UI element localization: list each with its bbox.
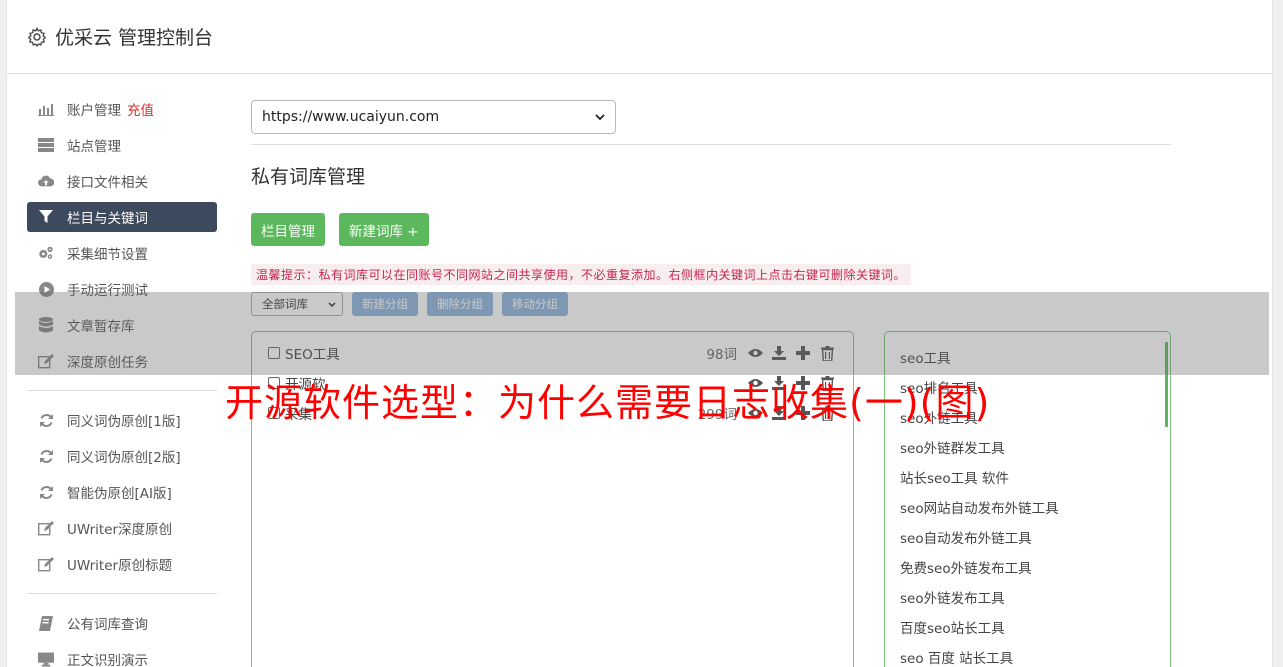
- keyword-item[interactable]: seo 百度 站长工具: [885, 642, 1170, 667]
- site-select[interactable]: https://www.ucaiyun.com: [251, 100, 616, 134]
- sidebar-item-uwriter-deep[interactable]: UWriter深度原创: [27, 513, 217, 543]
- sidebar-item-synonym-v1[interactable]: 同义词伪原创[1版]: [27, 405, 217, 435]
- book-icon: [38, 615, 54, 631]
- sidebar-item-ai-rewrite[interactable]: 智能伪原创[AI版]: [27, 477, 217, 507]
- sidebar-item-synonym-v2[interactable]: 同义词伪原创[2版]: [27, 441, 217, 471]
- sidebar: 账户管理 充值 站点管理 接口文件相关 栏目与关键词 采集细节设置 手动运行测试…: [27, 94, 217, 667]
- sidebar-item-label: 智能伪原创[AI版]: [67, 486, 172, 502]
- gear-icon: [27, 26, 47, 47]
- refresh-icon: [38, 484, 54, 500]
- keyword-item[interactable]: 百度seo站长工具: [885, 612, 1170, 642]
- chevron-down-icon: [595, 109, 605, 125]
- overlay-band: [15, 292, 1269, 375]
- sidebar-item-label: UWriter深度原创: [67, 522, 173, 538]
- edit-icon: [38, 520, 54, 536]
- sidebar-divider: [27, 593, 217, 594]
- sidebar-item-label: 接口文件相关: [67, 175, 148, 191]
- page-header-title: 优采云 管理控制台: [55, 27, 214, 49]
- keyword-item[interactable]: seo外链发布工具: [885, 582, 1170, 612]
- cogs-icon: [38, 245, 54, 261]
- column-manage-button[interactable]: 栏目管理: [251, 213, 325, 246]
- main-content: https://www.ucaiyun.com 私有词库管理 栏目管理 新建词库…: [251, 100, 1171, 316]
- cloud-upload-icon: [38, 173, 54, 189]
- keyword-item[interactable]: seo网站自动发布外链工具: [885, 492, 1170, 522]
- sidebar-item-label: 采集细节设置: [67, 247, 148, 263]
- divider: [251, 144, 1171, 145]
- tip-text: 温馨提示：私有词库可以在同账号不同网站之间共享使用，不必重复添加。右侧框内关键词…: [251, 264, 912, 285]
- edit-icon: [38, 556, 54, 572]
- new-lexicon-button[interactable]: 新建词库 +: [339, 213, 429, 246]
- recharge-link[interactable]: 充值: [127, 99, 154, 119]
- server-icon: [38, 137, 54, 153]
- page-title: 私有词库管理: [251, 166, 366, 188]
- sidebar-item-text-recognition[interactable]: 正文识别演示: [27, 644, 217, 667]
- monitor-icon: [38, 651, 54, 667]
- sidebar-item-sites[interactable]: 站点管理: [27, 130, 217, 160]
- sidebar-item-label: 栏目与关键词: [67, 211, 148, 227]
- sidebar-item-label: 站点管理: [67, 139, 121, 155]
- sidebar-item-account[interactable]: 账户管理 充值: [27, 94, 217, 124]
- keyword-item[interactable]: 免费seo外链发布工具: [885, 552, 1170, 582]
- keyword-item[interactable]: 站长seo工具 软件: [885, 462, 1170, 492]
- refresh-icon: [38, 412, 54, 428]
- sidebar-item-public-lexicon[interactable]: 公有词库查询: [27, 608, 217, 638]
- sidebar-item-label: 公有词库查询: [67, 617, 148, 633]
- sidebar-item-uwriter-title[interactable]: UWriter原创标题: [27, 549, 217, 579]
- bar-chart-icon: [38, 101, 54, 117]
- sidebar-item-columns-keywords[interactable]: 栏目与关键词: [27, 202, 217, 232]
- sidebar-item-label: 账户管理: [67, 103, 121, 119]
- sidebar-item-label: 同义词伪原创[2版]: [67, 450, 181, 466]
- filter-icon: [38, 209, 54, 225]
- sidebar-item-api-files[interactable]: 接口文件相关: [27, 166, 217, 196]
- sidebar-item-label: UWriter原创标题: [67, 558, 173, 574]
- sidebar-divider: [27, 390, 217, 391]
- sidebar-item-label: 正文识别演示: [67, 653, 148, 667]
- sidebar-item-collect-settings[interactable]: 采集细节设置: [27, 238, 217, 268]
- overlay-headline: 开源软件选型：为什么需要日志收集(一)(图): [225, 381, 991, 425]
- refresh-icon: [38, 448, 54, 464]
- site-select-value: https://www.ucaiyun.com: [262, 109, 440, 125]
- header: 优采云 管理控制台: [7, 0, 1272, 74]
- keyword-item[interactable]: seo自动发布外链工具: [885, 522, 1170, 552]
- sidebar-item-label: 同义词伪原创[1版]: [67, 414, 181, 430]
- keyword-item[interactable]: seo外链群发工具: [885, 432, 1170, 462]
